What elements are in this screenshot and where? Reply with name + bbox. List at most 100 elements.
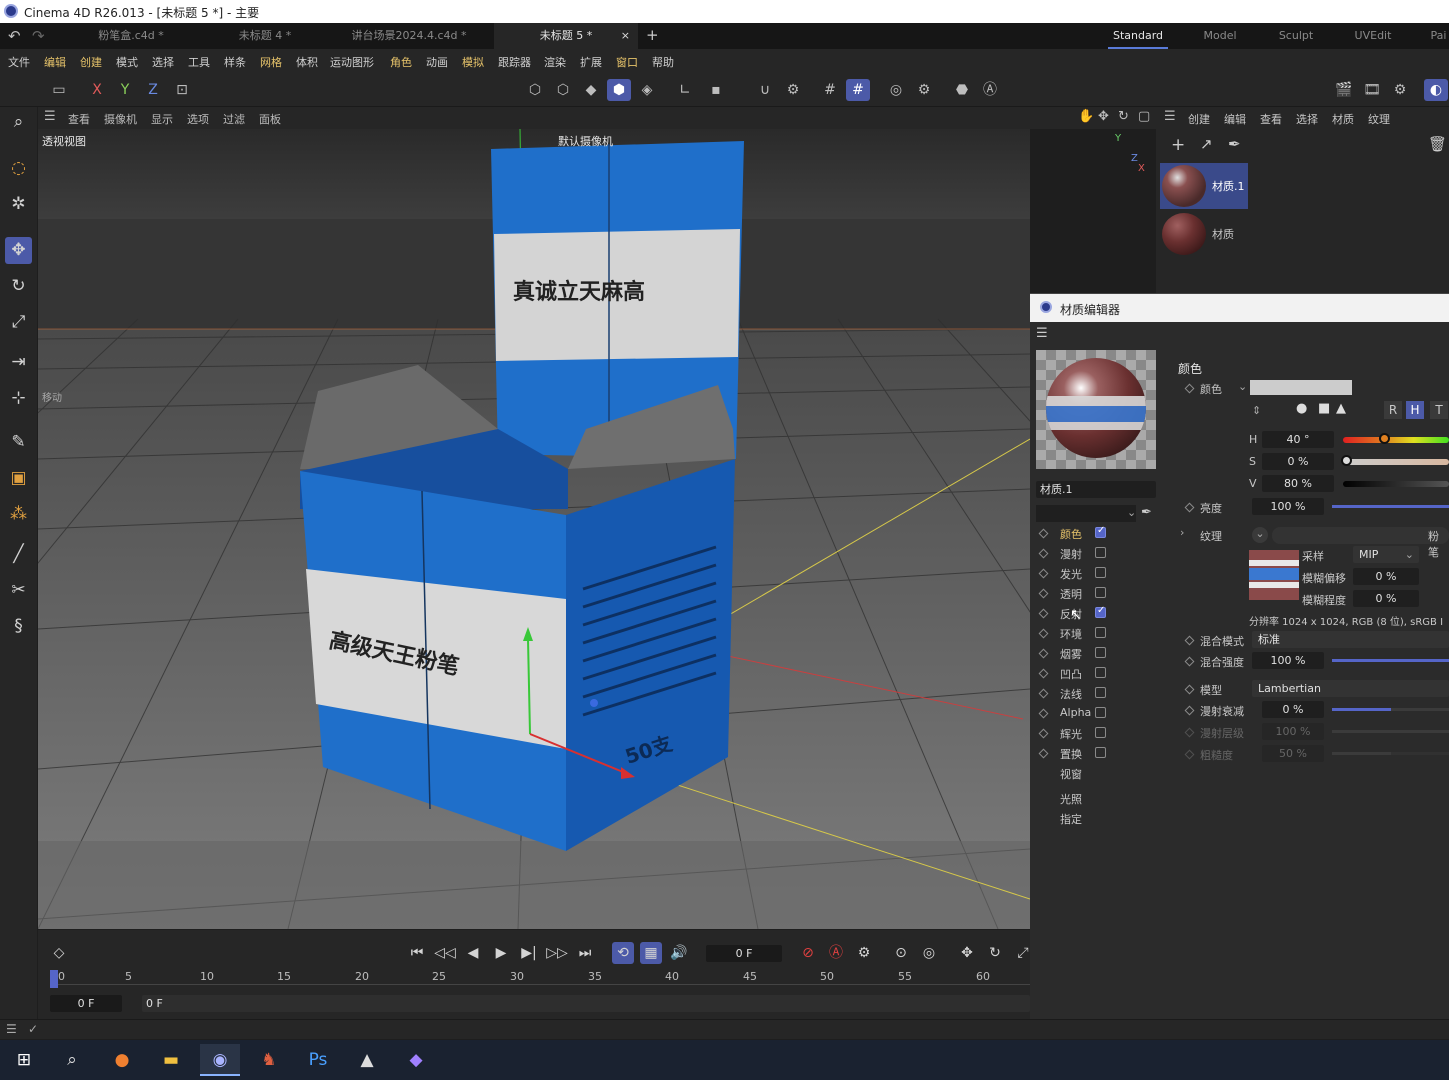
texture-thumbnail[interactable]	[1249, 550, 1299, 600]
menu-character[interactable]: 角色	[390, 54, 412, 70]
scale-tool-icon[interactable]: ⤢	[5, 309, 32, 336]
hsv-mode-button[interactable]: H	[1406, 401, 1424, 419]
channel-assignment[interactable]: 指定	[1060, 811, 1082, 827]
move-view-icon[interactable]: ✥	[1098, 109, 1109, 124]
blend-mode-dropdown[interactable]: 标准	[1252, 631, 1449, 648]
tab-untitled-5[interactable]: 未标题 5 * ×	[494, 23, 638, 49]
chevron-down-icon[interactable]: ⌄	[1127, 506, 1136, 519]
redo-icon[interactable]: ↷	[32, 27, 45, 45]
blend-strength-slider[interactable]	[1332, 659, 1449, 662]
channel-diffusion[interactable]: 漫射	[1060, 546, 1082, 562]
menu-tracker[interactable]: 跟踪器	[498, 54, 531, 70]
blend-strength-field[interactable]: 100 %	[1252, 652, 1324, 669]
axis-y-button[interactable]: Y	[113, 79, 137, 101]
redshift-icon[interactable]: ◐	[1424, 79, 1448, 101]
saturation-slider-handle[interactable]	[1341, 455, 1352, 466]
hue-slider-handle[interactable]	[1379, 433, 1390, 444]
record-keys-icon[interactable]: ⊘	[797, 942, 819, 964]
material-preview[interactable]	[1036, 350, 1156, 469]
brightness-field[interactable]: 100 %	[1252, 498, 1324, 515]
menu-render[interactable]: 渲染	[544, 54, 566, 70]
channel-diffusion-checkbox[interactable]	[1095, 547, 1106, 558]
menu-simulate[interactable]: 模拟	[462, 54, 484, 70]
model-dropdown[interactable]: Lambertian	[1252, 680, 1449, 697]
channel-environment-checkbox[interactable]	[1095, 627, 1106, 638]
tweak-icon[interactable]: ✲	[5, 191, 32, 218]
channel-luminance[interactable]: 发光	[1060, 566, 1082, 582]
viewport-menu-filter[interactable]: 过滤	[223, 111, 245, 127]
channel-displacement[interactable]: 置换	[1060, 746, 1082, 762]
photoshop-icon[interactable]: Ps	[298, 1044, 338, 1076]
recent-tool-icon[interactable]: ▭	[47, 79, 71, 101]
viewport-menu-display[interactable]: 显示	[151, 111, 173, 127]
menu-extensions[interactable]: 扩展	[580, 54, 602, 70]
placement-tool-icon[interactable]: ⊹	[5, 385, 32, 412]
media-app-icon[interactable]: ◆	[396, 1044, 436, 1076]
matmgr-menu-create[interactable]: 创建	[1188, 111, 1210, 127]
workplane-grid-icon[interactable]: #	[846, 79, 870, 101]
color-spectrum-icon[interactable]: ■	[1318, 401, 1330, 416]
solo-settings-icon[interactable]: ⚙	[912, 79, 936, 101]
viewport-menu-view[interactable]: 查看	[68, 111, 90, 127]
value-field[interactable]: 80 %	[1262, 475, 1334, 492]
delete-material-icon[interactable]: 🗑	[1428, 135, 1447, 153]
brightness-slider[interactable]	[1332, 505, 1449, 508]
camera-label[interactable]: 默认摄像机	[558, 133, 613, 149]
channel-alpha[interactable]: Alpha	[1060, 706, 1091, 719]
channel-glow-checkbox[interactable]	[1095, 727, 1106, 738]
photos-icon[interactable]: ▲	[347, 1044, 387, 1076]
channel-transparency-checkbox[interactable]	[1095, 587, 1106, 598]
matmgr-menu-material[interactable]: 材质	[1332, 111, 1354, 127]
start-frame-field[interactable]: 0 F	[50, 995, 122, 1012]
channel-glow[interactable]: 辉光	[1060, 726, 1082, 742]
status-menu-icon[interactable]: ☰	[6, 1022, 17, 1036]
channel-normal-checkbox[interactable]	[1095, 687, 1106, 698]
coordinate-system-icon[interactable]: ⊡	[170, 79, 194, 101]
knife-tool-icon[interactable]: ✂	[5, 577, 32, 604]
render-settings-icon[interactable]: ⚙	[1388, 79, 1412, 101]
windows-start-icon[interactable]: ⊞	[4, 1044, 44, 1076]
menu-create[interactable]: 创建	[80, 54, 102, 70]
close-tab-icon[interactable]: ×	[621, 23, 630, 49]
channel-luminance-checkbox[interactable]	[1095, 567, 1106, 578]
move-tool-icon[interactable]: ✥	[5, 237, 32, 264]
layout-standard[interactable]: Standard	[1108, 23, 1168, 49]
sampling-dropdown[interactable]: MIP ⌄	[1353, 546, 1419, 563]
channel-bump[interactable]: 凹凸	[1060, 666, 1082, 682]
play-icon[interactable]: ▶	[490, 942, 512, 964]
matmgr-menu-select[interactable]: 选择	[1296, 111, 1318, 127]
brush-icon[interactable]: ╱	[5, 541, 32, 568]
solo-icon[interactable]: ◎	[884, 79, 908, 101]
app-taskbar-icon[interactable]: ♞	[249, 1044, 289, 1076]
layout-uvedit[interactable]: UVEdit	[1348, 23, 1398, 49]
previous-key-icon[interactable]: ◁◁	[434, 942, 456, 964]
channel-environment[interactable]: 环境	[1060, 626, 1082, 642]
hue-field[interactable]: 40 °	[1262, 431, 1334, 448]
channel-normal[interactable]: 法线	[1060, 686, 1082, 702]
playback-rate-icon[interactable]: ▦	[640, 942, 662, 964]
edges-mode-icon[interactable]: ⬡	[551, 79, 575, 101]
eyedropper-icon[interactable]: ✒	[1334, 378, 1345, 393]
timeline-ruler[interactable]	[50, 984, 1030, 985]
rgb-mode-button[interactable]: R	[1384, 401, 1402, 419]
chevron-down-icon[interactable]: ⌄	[1238, 380, 1247, 393]
record-scale-icon[interactable]: ⤢	[1012, 942, 1034, 964]
cinema4d-taskbar-icon[interactable]: ◉	[200, 1044, 240, 1076]
render-view-icon[interactable]: 🎬	[1332, 79, 1356, 101]
channel-fog[interactable]: 烟雾	[1060, 646, 1082, 662]
view-toggle-icon[interactable]: ⬣	[950, 79, 974, 101]
maximize-view-icon[interactable]: ▢	[1138, 109, 1150, 124]
rotate-tool-icon[interactable]: ↻	[5, 273, 32, 300]
editor-menu-icon[interactable]: ☰	[1036, 326, 1048, 341]
grid-icon[interactable]: #	[818, 79, 842, 101]
go-to-end-icon[interactable]: ⏭	[574, 942, 596, 964]
channel-transparency[interactable]: 透明	[1060, 586, 1082, 602]
channel-viewport[interactable]: 视窗	[1060, 766, 1082, 782]
object-mode-icon[interactable]: ◈	[635, 79, 659, 101]
tab-untitled-4[interactable]: 未标题 4 *	[206, 23, 324, 49]
snap-settings-icon[interactable]: ⚙	[781, 79, 805, 101]
current-frame-field[interactable]: 0 F	[706, 945, 782, 962]
pan-view-icon[interactable]: ✋	[1078, 109, 1094, 124]
tab-lectern-scene[interactable]: 讲台场景2024.4.c4d *	[324, 23, 494, 49]
color-image-icon[interactable]: ▲	[1336, 401, 1346, 416]
